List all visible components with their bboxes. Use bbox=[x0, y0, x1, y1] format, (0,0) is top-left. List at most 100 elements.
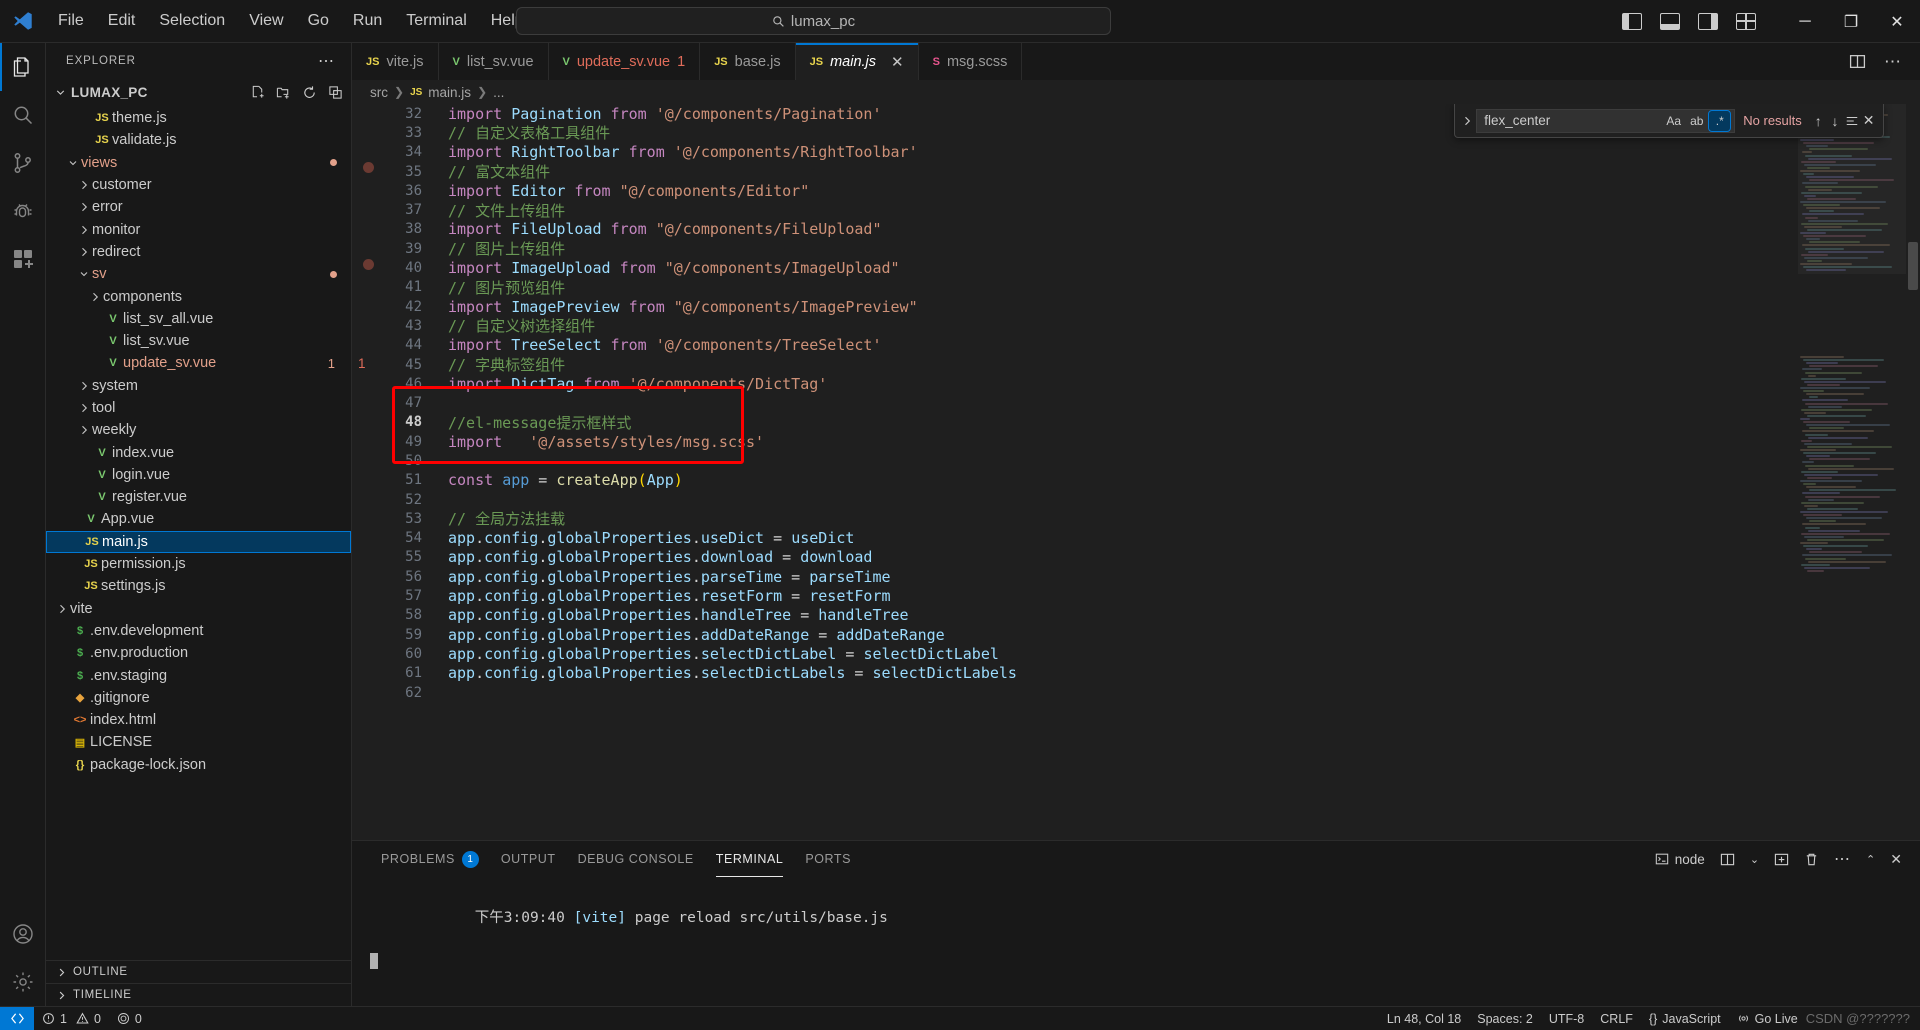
tree-item-list-sv-all-vue[interactable]: Vlist_sv_all.vue bbox=[46, 308, 351, 330]
code-line[interactable]: 58 app.config.globalProperties.handleTree… bbox=[382, 606, 1920, 625]
editor-tab-list-sv-vue[interactable]: Vlist_sv.vue bbox=[438, 43, 549, 80]
tree-item-sv[interactable]: sv bbox=[46, 263, 351, 285]
menu-run[interactable]: Run bbox=[341, 8, 394, 34]
find-input[interactable] bbox=[1484, 113, 1662, 128]
tree-item-error[interactable]: error bbox=[46, 196, 351, 218]
code-line[interactable]: 51 const app = createApp(App) bbox=[382, 471, 1920, 490]
status-ports[interactable]: 0 bbox=[109, 1007, 150, 1030]
code-line[interactable]: 48 //el-message提示框样式 bbox=[382, 412, 1920, 433]
tree-item--env-staging[interactable]: $ .env.staging bbox=[46, 664, 351, 686]
code-line[interactable]: 42 import ImagePreview from "@/components… bbox=[382, 297, 1920, 316]
sidebar-section-timeline[interactable]: TIMELINE bbox=[46, 983, 351, 1006]
menu-go[interactable]: Go bbox=[296, 8, 341, 34]
tree-item-register-vue[interactable]: Vregister.vue bbox=[46, 486, 351, 508]
menu-selection[interactable]: Selection bbox=[147, 8, 237, 34]
code-line[interactable]: 37 // 文件上传组件 bbox=[382, 200, 1920, 220]
collapse-all-icon[interactable] bbox=[328, 85, 343, 100]
tree-item-customer[interactable]: customer bbox=[46, 174, 351, 196]
code-line[interactable]: 38 import FileUpload from "@/components/F… bbox=[382, 220, 1920, 239]
code-line[interactable]: 49 import '@/assets/styles/msg.scss' bbox=[382, 432, 1920, 451]
tree-item-update-sv-vue[interactable]: Vupdate_sv.vue 1 bbox=[46, 352, 351, 374]
find-next-icon[interactable]: ↓ bbox=[1827, 110, 1844, 132]
find-in-selection-icon[interactable] bbox=[1843, 110, 1860, 132]
tree-item-redirect[interactable]: redirect bbox=[46, 241, 351, 263]
tree-item-index-vue[interactable]: Vindex.vue bbox=[46, 441, 351, 463]
new-folder-icon[interactable] bbox=[276, 85, 291, 100]
editor-tab-main-js[interactable]: JS main.js ✕ bbox=[795, 43, 919, 80]
more-actions-icon[interactable]: ⋯ bbox=[1884, 52, 1902, 72]
status-cursor-position[interactable]: Ln 48, Col 18 bbox=[1379, 1007, 1469, 1030]
code-line[interactable]: 53 // 全局方法挂载 bbox=[382, 509, 1920, 528]
tree-item-components[interactable]: components bbox=[46, 285, 351, 307]
file-tree[interactable]: JS theme.js JS validate.js views customer erro… bbox=[46, 107, 351, 960]
tree-item--env-production[interactable]: $ .env.production bbox=[46, 642, 351, 664]
activity-extensions[interactable] bbox=[0, 235, 46, 283]
activity-accounts[interactable] bbox=[0, 910, 46, 958]
status-problems[interactable]: 1 0 bbox=[34, 1007, 109, 1030]
find-previous-icon[interactable]: ↑ bbox=[1810, 110, 1827, 132]
code-line[interactable]: 50 bbox=[382, 451, 1920, 470]
activity-manage-gear-icon[interactable] bbox=[0, 958, 46, 1006]
toggle-primary-sidebar-icon[interactable] bbox=[1622, 13, 1642, 30]
code-line[interactable]: 36 import Editor from "@/components/Edito… bbox=[382, 181, 1920, 200]
tree-item-vite[interactable]: vite bbox=[46, 598, 351, 620]
tree-item-validate-js[interactable]: JS validate.js bbox=[46, 129, 351, 151]
toggle-panel-icon[interactable] bbox=[1660, 13, 1680, 30]
terminal-selector[interactable]: node bbox=[1655, 852, 1705, 867]
code-line[interactable]: 39 // 图片上传组件 bbox=[382, 239, 1920, 258]
tree-item-login-vue[interactable]: Vlogin.vue bbox=[46, 464, 351, 486]
tree-item-monitor[interactable]: monitor bbox=[46, 218, 351, 240]
scrollbar-thumb[interactable] bbox=[1908, 242, 1918, 290]
chevron-down-icon[interactable]: ⌄ bbox=[1750, 853, 1759, 866]
tree-item-permission-js[interactable]: JS permission.js bbox=[46, 553, 351, 575]
split-terminal-icon[interactable] bbox=[1720, 852, 1735, 867]
kill-terminal-icon[interactable] bbox=[1804, 852, 1819, 867]
tree-item-settings-js[interactable]: JS settings.js bbox=[46, 575, 351, 597]
window-maximize-button[interactable]: ❐ bbox=[1828, 0, 1874, 43]
code-line[interactable]: 41 // 图片预览组件 bbox=[382, 278, 1920, 297]
tree-item-app-vue[interactable]: V App.vue bbox=[46, 508, 351, 530]
new-terminal-icon[interactable] bbox=[1774, 852, 1789, 867]
tree-root-folder[interactable]: LUMAX_PC bbox=[46, 78, 351, 107]
code-line[interactable]: 55 app.config.globalProperties.download =… bbox=[382, 548, 1920, 567]
code-line[interactable]: 61 app.config.globalProperties.selectDict… bbox=[382, 664, 1920, 683]
find-close-icon[interactable]: ✕ bbox=[1860, 110, 1877, 132]
terminal-output[interactable]: 下午3:09:40 [vite] page reload src/utils/b… bbox=[352, 877, 1920, 1006]
code-line[interactable]: 34 import RightToolbar from '@/components… bbox=[382, 143, 1920, 162]
regex-icon[interactable]: .* bbox=[1708, 109, 1732, 132]
panel-tab-problems[interactable]: PROBLEMS 1 bbox=[370, 841, 490, 877]
breakpoint-icon[interactable] bbox=[363, 162, 374, 173]
customize-layout-icon[interactable] bbox=[1736, 13, 1756, 30]
code-line[interactable]: 40 import ImageUpload from "@/components/… bbox=[382, 258, 1920, 277]
panel-tab-bar[interactable]: PROBLEMS 1 OUTPUT DEBUG CONSOLE TERMINAL PORT… bbox=[352, 841, 1920, 877]
editor-tab-update-sv-vue[interactable]: Vupdate_sv.vue 1 bbox=[548, 43, 701, 80]
status-encoding[interactable]: UTF-8 bbox=[1541, 1007, 1592, 1030]
tree-item-tool[interactable]: tool bbox=[46, 397, 351, 419]
breadcrumb-src[interactable]: src bbox=[370, 85, 388, 100]
sidebar-section-outline[interactable]: OUTLINE bbox=[46, 960, 351, 983]
tree-item--gitignore[interactable]: ◆ .gitignore bbox=[46, 687, 351, 709]
match-case-icon[interactable]: Aa bbox=[1663, 111, 1684, 131]
command-center[interactable]: lumax_pc bbox=[516, 7, 1111, 35]
code-line[interactable]: 54 app.config.globalProperties.useDict = … bbox=[382, 529, 1920, 548]
tree-item-license[interactable]: ▤ LICENSE bbox=[46, 731, 351, 753]
menu-view[interactable]: View bbox=[237, 8, 295, 34]
minimap[interactable] bbox=[1798, 104, 1906, 840]
status-eol[interactable]: CRLF bbox=[1592, 1007, 1641, 1030]
tree-item-main-js[interactable]: JS main.js bbox=[46, 530, 351, 553]
code-editor[interactable]: 1 32 import Pagination from '@/components… bbox=[352, 104, 1920, 840]
status-language[interactable]: {} JavaScript bbox=[1641, 1007, 1729, 1030]
menu-edit[interactable]: Edit bbox=[96, 8, 148, 34]
window-close-button[interactable]: ✕ bbox=[1874, 0, 1920, 43]
remote-window-icon[interactable] bbox=[0, 1006, 34, 1030]
panel-tab-ports[interactable]: PORTS bbox=[794, 841, 862, 877]
window-minimize-button[interactable]: ─ bbox=[1782, 0, 1828, 43]
activity-search[interactable] bbox=[0, 91, 46, 139]
maximize-panel-icon[interactable]: ⌃ bbox=[1866, 853, 1875, 866]
activity-run-and-debug[interactable] bbox=[0, 187, 46, 235]
find-widget[interactable]: Aa ab .* No results ↑ ↓ ✕ bbox=[1454, 104, 1884, 138]
code-line[interactable]: 47 bbox=[382, 393, 1920, 412]
whole-word-icon[interactable]: ab bbox=[1686, 111, 1707, 131]
panel-tab-terminal[interactable]: TERMINAL bbox=[705, 841, 795, 877]
breadcrumb-file[interactable]: main.js bbox=[428, 85, 471, 100]
